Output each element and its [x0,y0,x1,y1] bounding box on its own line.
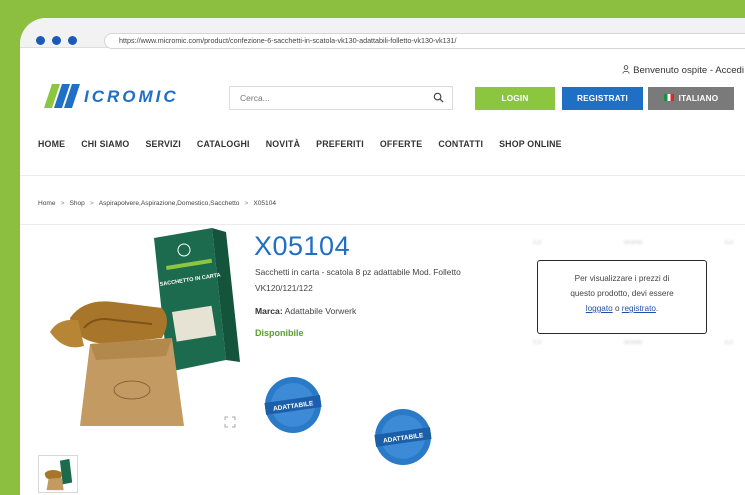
svg-text:ICROMIC: ICROMIC [84,87,179,106]
brand-label: Marca: [255,306,283,316]
blurred-price: 0,0 [724,240,733,246]
notice-period: . [655,304,659,313]
breadcrumb-separator: > [89,200,94,207]
nav-chi-siamo[interactable]: CHI SIAMO [81,139,129,149]
breadcrumb-home[interactable]: Home [38,200,56,207]
search-box [229,86,453,110]
product-brand: Marca: Adattabile Vorwerk [255,306,356,316]
search-icon[interactable] [433,92,444,103]
register-link[interactable]: registrato [622,304,656,313]
browser-window: https://www.micromic.com/product/confezi… [20,18,745,495]
language-button[interactable]: ITALIANO [648,87,734,110]
breadcrumb-category[interactable]: Aspirapolvere,Aspirazione,Domestico,Sacc… [99,200,240,207]
blurred-discount: Sconto [623,240,643,246]
breadcrumb-bar: Home > Shop > Aspirapolvere,Aspirazione,Dome… [20,175,745,225]
product-code-title: X05104 [254,231,351,261]
blurred-discount: Sconto [623,340,643,346]
italy-flag-icon [663,94,674,101]
availability-status: Disponibile [255,328,304,338]
nav-cataloghi[interactable]: CATALOGHI [197,139,250,149]
blurred-price-row: 0,0 Sconto 0,0 [533,240,733,246]
notice-line-1: Per visualizzare i prezzi di [574,274,670,283]
window-maximize-dot[interactable] [68,36,77,45]
window-minimize-dot[interactable] [52,36,61,45]
blurred-price: 0,0 [724,340,733,346]
blurred-price-row: 0,0 Sconto 0,0 [533,340,733,346]
notice-line-3: loggato o registrato. [538,301,706,316]
breadcrumb-current: X05104 [253,200,277,207]
brand-value: Adattabile Vorwerk [284,306,357,316]
breadcrumb-separator: > [60,200,65,207]
product-thumbnail[interactable] [38,455,78,493]
main-nav: HOME CHI SIAMO SERVIZI CATALOGHI NOVITÀ … [38,139,578,149]
price-login-notice: Per visualizzare i prezzi di questo prod… [537,260,707,334]
welcome-link[interactable]: Benvenuto ospite - Accedi [622,65,744,76]
user-icon [622,65,630,74]
breadcrumb-separator: > [244,200,249,207]
browser-toolbar: https://www.micromic.com/product/confezi… [20,18,745,49]
expand-icon[interactable] [224,416,236,428]
address-bar[interactable]: https://www.micromic.com/product/confezi… [104,33,745,49]
register-button[interactable]: REGISTRATI [562,87,643,110]
breadcrumb-shop[interactable]: Shop [69,200,84,207]
nav-preferiti[interactable]: PREFERITI [316,139,364,149]
adattabile-badge-icon: ADATTABILE [374,409,432,465]
product-image[interactable]: SACCHETTO IN CARTA [44,220,244,430]
nav-contatti[interactable]: CONTATTI [438,139,483,149]
window-close-dot[interactable] [36,36,45,45]
login-button[interactable]: LOGIN [475,87,555,110]
notice-connector: o [612,304,622,313]
product-description: Sacchetti in carta - scatola 8 pz adatta… [255,267,461,293]
blurred-price: 0,0 [533,340,542,346]
micromic-logo[interactable]: ICROMIC [40,80,200,110]
search-input[interactable] [230,87,420,109]
blurred-price: 0,0 [533,240,542,246]
notice-line-2: questo prodotto, devi essere [570,289,674,298]
nav-offerte[interactable]: OFFERTE [380,139,422,149]
nav-home[interactable]: HOME [38,139,65,149]
nav-novita[interactable]: NOVITÀ [266,139,300,149]
nav-servizi[interactable]: SERVIZI [145,139,180,149]
adattabile-badge-icon: ADATTABILE [264,377,322,433]
nav-shop-online[interactable]: SHOP ONLINE [499,139,562,149]
welcome-text: Benvenuto ospite - Accedi [633,65,744,76]
language-label: ITALIANO [678,94,719,103]
breadcrumb: Home > Shop > Aspirapolvere,Aspirazione,Dome… [38,200,276,207]
login-link[interactable]: loggato [586,304,613,313]
